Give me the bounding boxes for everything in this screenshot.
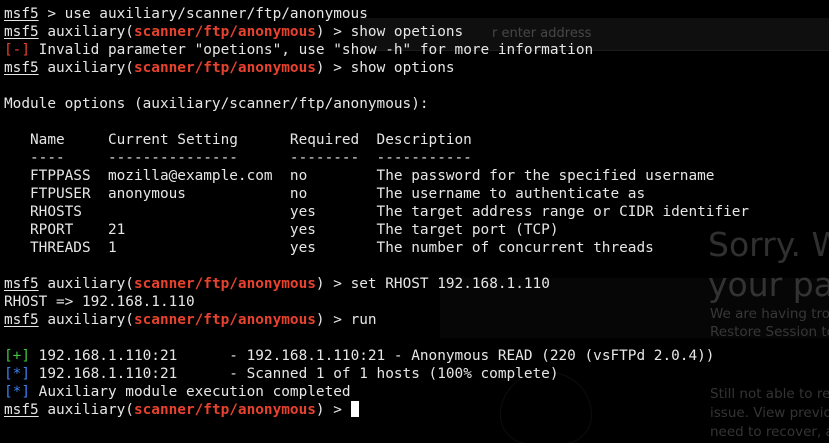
terminal-cursor[interactable] <box>350 401 359 417</box>
terminal-line-text: RPORT 21 yes The target port (TCP) <box>4 222 559 238</box>
prompt-label: msf5 <box>4 402 39 418</box>
terminal-line: msf5 auxiliary(scanner/ftp/anonymous) > … <box>4 60 455 76</box>
prompt-label: msf5 <box>4 276 39 292</box>
terminal-output[interactable]: msf5 > use auxiliary/scanner/ftp/anonymo… <box>4 5 829 419</box>
desktop-screen: r enter address Sorry. W your pag We are… <box>0 0 829 443</box>
terminal-line: [+] 192.168.1.110:21 - 192.168.1.110:21 … <box>4 347 829 365</box>
terminal-line: [*] 192.168.1.110:21 - Scanned 1 of 1 ho… <box>4 365 829 383</box>
terminal-line: THREADS 1 yes The number of concurrent t… <box>4 239 829 257</box>
status-tag: [+] <box>4 348 30 364</box>
status-tag: [*] <box>4 384 30 400</box>
prompt-label: msf5 <box>4 24 39 40</box>
terminal-line-text: > show opetions <box>324 24 464 40</box>
terminal-line: msf5 > use auxiliary/scanner/ftp/anonymo… <box>4 5 829 23</box>
terminal-line: [-] Invalid parameter "opetions", use "s… <box>4 41 829 59</box>
terminal-line-text: FTPPASS mozilla@example.com no The passw… <box>4 168 715 184</box>
terminal-line: msf5 auxiliary(scanner/ftp/anonymous) > … <box>4 312 377 328</box>
status-tag: [*] <box>4 366 30 382</box>
terminal-line-text: RHOSTS yes The target address range or C… <box>4 204 750 220</box>
terminal-line-text: > set RHOST 192.168.1.110 <box>324 276 550 292</box>
terminal-line: Module options (auxiliary/scanner/ftp/an… <box>4 95 829 113</box>
prompt-module-path: scanner/ftp/anonymous <box>133 60 316 76</box>
terminal-line: FTPUSER anonymous no The username to aut… <box>4 185 829 203</box>
status-tag: [-] <box>4 42 30 58</box>
terminal-line-text: > use auxiliary/scanner/ftp/anonymous <box>38 6 368 22</box>
terminal-line-text: THREADS 1 yes The number of concurrent t… <box>4 240 654 256</box>
prompt-label: msf5 <box>4 312 39 328</box>
prompt-module-path: scanner/ftp/anonymous <box>133 276 316 292</box>
prompt-module-path: scanner/ftp/anonymous <box>133 312 316 328</box>
terminal-line: msf5 auxiliary(scanner/ftp/anonymous) > <box>4 401 829 419</box>
terminal-line-text: FTPUSER anonymous no The username to aut… <box>4 186 646 202</box>
terminal-line: msf5 auxiliary(scanner/ftp/anonymous) > … <box>4 276 550 292</box>
terminal-line-text: ---- --------------- -------- ----------… <box>4 150 472 166</box>
terminal-line: Name Current Setting Required Descriptio… <box>4 131 829 149</box>
terminal-line-text: Module options (auxiliary/scanner/ftp/an… <box>4 96 429 112</box>
terminal-line-text: RHOST => 192.168.1.110 <box>4 294 195 310</box>
prompt-module-path: scanner/ftp/anonymous <box>133 402 316 418</box>
terminal-line-text: Invalid parameter "opetions", use "show … <box>30 42 594 58</box>
terminal-line: RPORT 21 yes The target port (TCP) <box>4 221 829 239</box>
terminal-line: RHOST => 192.168.1.110 <box>4 293 829 311</box>
terminal-line-text: 192.168.1.110:21 - 192.168.1.110:21 - An… <box>30 348 715 364</box>
terminal-line: FTPPASS mozilla@example.com no The passw… <box>4 167 829 185</box>
terminal-line: ---- --------------- -------- ----------… <box>4 149 829 167</box>
prompt-module-path: scanner/ftp/anonymous <box>133 24 316 40</box>
terminal-line-text: Auxiliary module execution completed <box>30 384 351 400</box>
terminal-line-text: 192.168.1.110:21 - Scanned 1 of 1 hosts … <box>30 366 559 382</box>
terminal-line-text: > <box>324 402 351 418</box>
prompt-label: msf5 <box>4 6 39 22</box>
prompt-label: msf5 <box>4 60 39 76</box>
terminal-line-text: > show options <box>324 60 455 76</box>
terminal-line-text: Name Current Setting Required Descriptio… <box>4 132 472 148</box>
background-text-line: need to recover, a <box>710 424 829 440</box>
terminal-line: RHOSTS yes The target address range or C… <box>4 203 829 221</box>
terminal-line: [*] Auxiliary module execution completed <box>4 383 829 401</box>
terminal-line-text: > run <box>324 312 377 328</box>
terminal-line: msf5 auxiliary(scanner/ftp/anonymous) > … <box>4 24 464 40</box>
